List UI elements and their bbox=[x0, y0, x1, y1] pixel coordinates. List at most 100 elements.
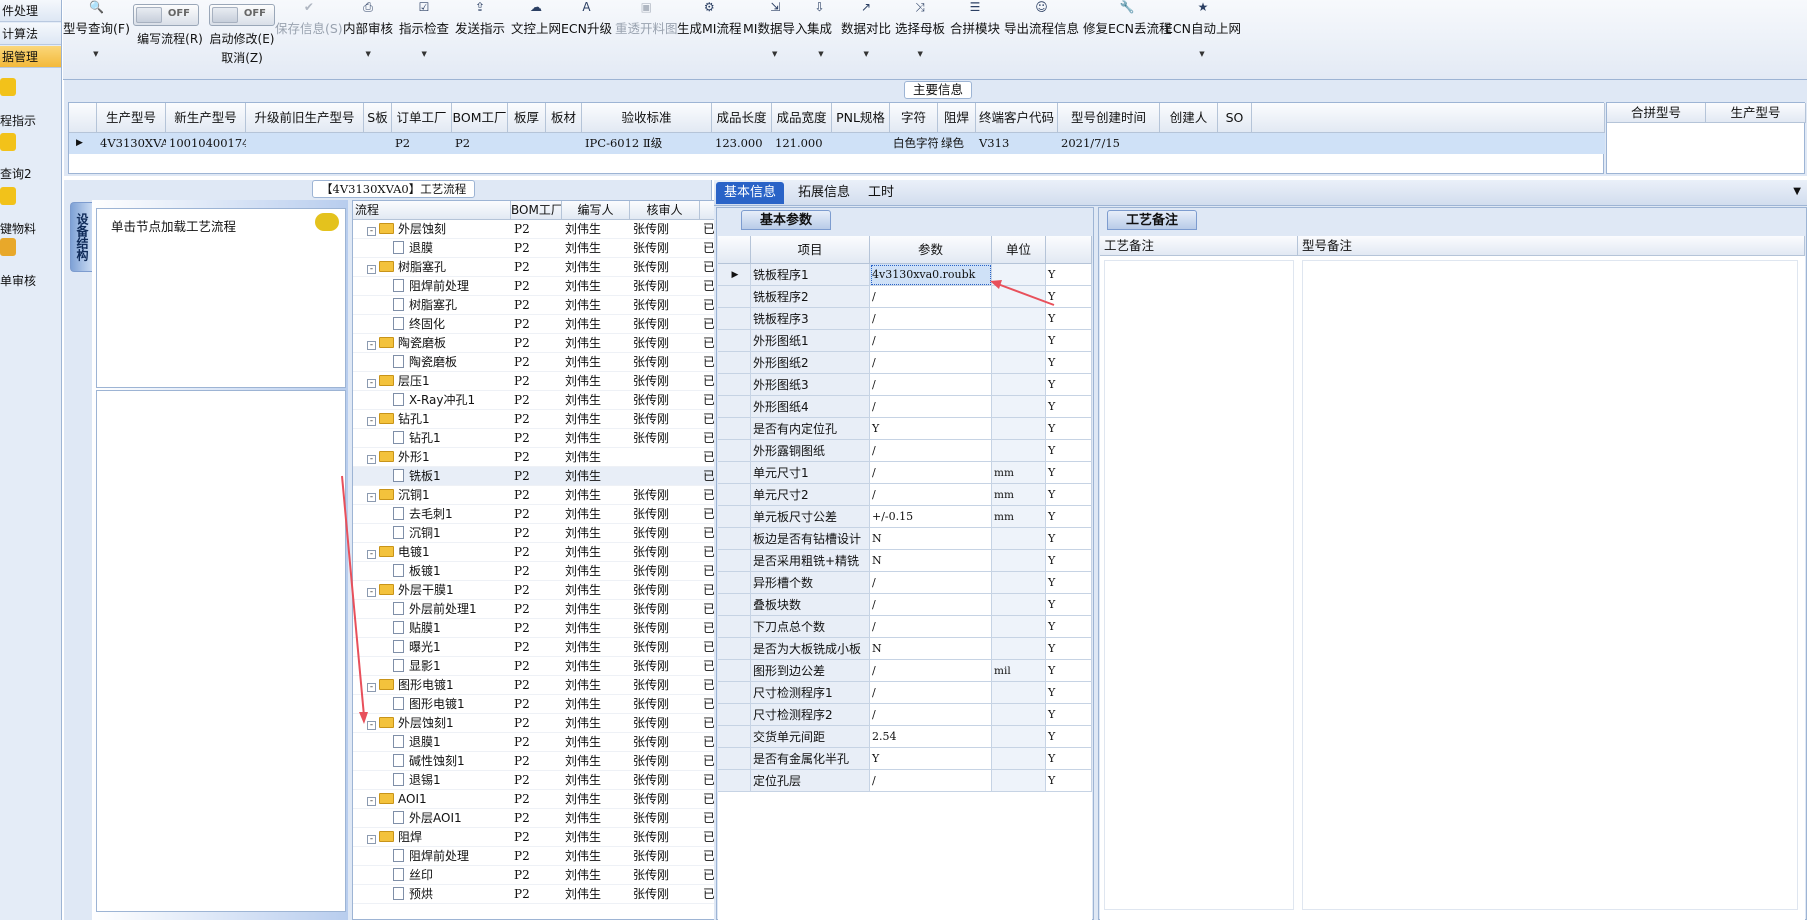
params-value[interactable]: +/-0.15 bbox=[870, 506, 992, 528]
process-tree-row[interactable]: -图形电镀1P2刘伟生张传刚已审核 bbox=[353, 676, 757, 695]
params-value[interactable]: / bbox=[870, 594, 992, 616]
params-value[interactable]: / bbox=[870, 660, 992, 682]
tree-node[interactable]: - 外层干膜1 bbox=[353, 581, 511, 600]
tree-node[interactable]: 外层AOI1 bbox=[353, 809, 511, 828]
tree-node[interactable]: 曝光1 bbox=[353, 638, 511, 657]
left-nav-item-icon[interactable] bbox=[0, 78, 16, 96]
params-row[interactable]: 外形图纸2/ Y bbox=[718, 352, 1092, 374]
process-tree-row[interactable]: -AOI1P2刘伟生张传刚已审核 bbox=[353, 790, 757, 809]
process-tree-row[interactable]: 碱性蚀刻1P2刘伟生张传刚已审核 bbox=[353, 752, 757, 771]
params-value[interactable]: / bbox=[870, 572, 992, 594]
chevron-down-icon[interactable]: ▼ bbox=[93, 50, 98, 58]
params-value[interactable]: 2.54 bbox=[870, 726, 992, 748]
process-tree-row[interactable]: -外层蚀刻1P2刘伟生张传刚已审核 bbox=[353, 714, 757, 733]
main-info-col-header[interactable]: 成品宽度 bbox=[772, 103, 832, 133]
chevron-down-icon[interactable]: ▼ bbox=[772, 50, 777, 58]
process-tree-row[interactable]: -外层蚀刻P2刘伟生张传刚已审核 bbox=[353, 220, 757, 239]
params-row[interactable]: 图形到边公差 / mil Y bbox=[718, 660, 1092, 682]
detail-tab[interactable]: 工时 bbox=[860, 182, 902, 204]
process-tree-row[interactable]: 板镀1P2刘伟生张传刚已审核 bbox=[353, 562, 757, 581]
ribbon-button[interactable]: 🔍 型号查询(F) ▼ bbox=[63, 0, 130, 58]
main-info-col-header[interactable]: 型号创建时间 bbox=[1058, 103, 1160, 133]
merge-col-header[interactable]: 合拼型号 bbox=[1607, 103, 1706, 123]
params-value[interactable]: Y bbox=[870, 418, 992, 440]
ribbon-button[interactable]: ⇪ 发送指示 bbox=[455, 0, 505, 37]
ribbon-button[interactable]: A ECN升级 bbox=[561, 0, 612, 37]
collapse-icon[interactable]: - bbox=[367, 797, 376, 806]
tree-col-header[interactable]: 编写人 bbox=[562, 201, 630, 220]
main-info-cell[interactable]: P2 bbox=[392, 133, 452, 153]
main-info-cell[interactable] bbox=[1160, 133, 1218, 153]
tree-node[interactable]: - 钻孔1 bbox=[353, 410, 511, 429]
left-nav-item-icon[interactable] bbox=[0, 133, 16, 151]
ribbon-button[interactable]: ✔ 保存信息(S) bbox=[275, 0, 343, 37]
process-tree-row[interactable]: 去毛刺1P2刘伟生张传刚已审核 bbox=[353, 505, 757, 524]
left-nav-item-icon[interactable] bbox=[0, 187, 16, 205]
process-tree-row[interactable]: 终固化P2刘伟生张传刚已审核 bbox=[353, 315, 757, 334]
collapse-icon[interactable]: - bbox=[367, 417, 376, 426]
main-info-cell[interactable]: 2021/7/15 bbox=[1058, 133, 1160, 153]
params-row[interactable]: 单元尺寸2/mm Y bbox=[718, 484, 1092, 506]
main-info-cell[interactable] bbox=[832, 133, 890, 153]
ribbon-button[interactable]: OFF 启动修改(E) 取消(Z) bbox=[201, 0, 283, 66]
merge-col-header[interactable]: 生产型号 bbox=[1706, 103, 1806, 123]
main-info-cell[interactable]: 绿色 bbox=[938, 133, 976, 153]
tree-col-header[interactable]: 核审人 bbox=[630, 201, 700, 220]
tree-node[interactable]: - 陶瓷磨板 bbox=[353, 334, 511, 353]
process-tree-row[interactable]: -层压1P2刘伟生张传刚已审核 bbox=[353, 372, 757, 391]
tree-node[interactable]: 阻焊前处理 bbox=[353, 847, 511, 866]
main-info-cell[interactable]: 123.000 bbox=[712, 133, 772, 153]
detail-tab[interactable]: 基本信息 bbox=[716, 182, 785, 204]
left-nav-item[interactable]: 程指示 bbox=[0, 112, 61, 130]
params-row[interactable]: 是否为大板铣成小板 N Y bbox=[718, 638, 1092, 660]
params-value[interactable]: 4v3130xva0.roubk bbox=[870, 264, 992, 286]
process-tree-row[interactable]: 陶瓷磨板P2刘伟生张传刚已审核 bbox=[353, 353, 757, 372]
main-info-cell[interactable]: V313 bbox=[976, 133, 1058, 153]
process-tree-row[interactable]: -阻焊P2刘伟生张传刚已审核 bbox=[353, 828, 757, 847]
main-info-cell[interactable]: 121.000 bbox=[772, 133, 832, 153]
tree-node[interactable]: 板镀1 bbox=[353, 562, 511, 581]
params-row[interactable]: 是否采用粗铣+精铣 N Y bbox=[718, 550, 1092, 572]
collapse-icon[interactable]: - bbox=[367, 379, 376, 388]
main-info-col-header[interactable]: 升级前旧生产型号 bbox=[246, 103, 364, 133]
params-row[interactable]: 外形图纸4/ Y bbox=[718, 396, 1092, 418]
collapse-icon[interactable]: - bbox=[367, 550, 376, 559]
params-row[interactable]: 单元板尺寸公差 +/-0.15 mm Y bbox=[718, 506, 1092, 528]
params-value[interactable]: / bbox=[870, 330, 992, 352]
process-tree-row[interactable]: 预烘P2刘伟生张传刚已审核 bbox=[353, 885, 757, 904]
params-row[interactable]: 外形露铜图纸 / Y bbox=[718, 440, 1092, 462]
process-tree-row[interactable]: 丝印P2刘伟生张传刚已审核 bbox=[353, 866, 757, 885]
process-tree-row[interactable]: -外层干膜1P2刘伟生张传刚已审核 bbox=[353, 581, 757, 600]
tree-node[interactable]: - 树脂塞孔 bbox=[353, 258, 511, 277]
params-row[interactable]: 铣板程序2/ Y bbox=[718, 286, 1092, 308]
chevron-down-icon[interactable]: ▼ bbox=[1199, 50, 1204, 58]
process-tree-row[interactable]: 贴膜1P2刘伟生张传刚已审核 bbox=[353, 619, 757, 638]
ribbon-button[interactable]: ☺ 导出流程信息 bbox=[1004, 0, 1079, 37]
main-info-cell[interactable] bbox=[1218, 133, 1252, 153]
left-nav-item[interactable]: 件处理 bbox=[0, 0, 61, 22]
collapse-icon[interactable]: - bbox=[367, 588, 376, 597]
params-value[interactable]: / bbox=[870, 396, 992, 418]
main-info-col-header[interactable]: 验收标准 bbox=[582, 103, 712, 133]
main-info-cell[interactable]: IPC-6012 Ⅱ级 bbox=[582, 133, 712, 153]
main-info-col-header[interactable]: 字符 bbox=[890, 103, 938, 133]
tree-node[interactable]: 陶瓷磨板 bbox=[353, 353, 511, 372]
main-info-col-header[interactable]: 终端客户代码 bbox=[976, 103, 1058, 133]
main-info-col-header[interactable]: SO bbox=[1218, 103, 1252, 133]
params-col-header[interactable]: 单位 bbox=[992, 236, 1046, 264]
process-tree-row[interactable]: 沉铜1P2刘伟生张传刚已审核 bbox=[353, 524, 757, 543]
process-tree-row[interactable]: 树脂塞孔P2刘伟生张传刚已审核 bbox=[353, 296, 757, 315]
main-info-col-header[interactable]: 创建人 bbox=[1160, 103, 1218, 133]
left-nav-item[interactable]: 据管理 bbox=[0, 46, 61, 68]
collapse-icon[interactable]: - bbox=[367, 721, 376, 730]
ribbon-button[interactable]: ☑ 指示检查 ▼ bbox=[399, 0, 449, 58]
model-note-textarea[interactable] bbox=[1302, 260, 1798, 910]
process-tree-row[interactable]: -钻孔1P2刘伟生张传刚已审核 bbox=[353, 410, 757, 429]
tree-node[interactable]: - 沉铜1 bbox=[353, 486, 511, 505]
params-value[interactable]: / bbox=[870, 308, 992, 330]
tree-node[interactable]: 外层前处理1 bbox=[353, 600, 511, 619]
params-row[interactable]: 是否有金属化半孔 Y Y bbox=[718, 748, 1092, 770]
collapse-icon[interactable]: - bbox=[367, 265, 376, 274]
main-info-col-header[interactable]: 板厚 bbox=[508, 103, 546, 133]
tree-node[interactable]: - 外形1 bbox=[353, 448, 511, 467]
